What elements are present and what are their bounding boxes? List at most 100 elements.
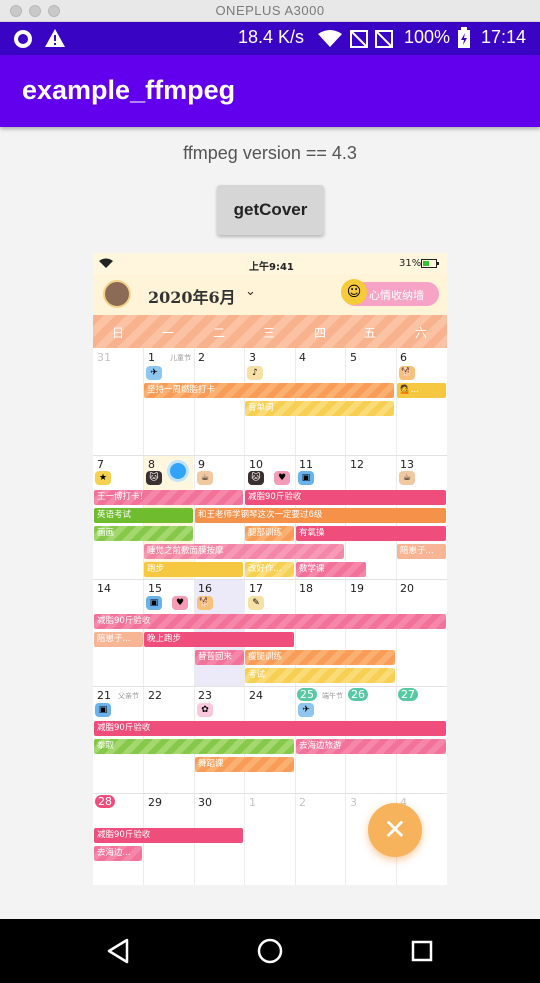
event-bar[interactable]: 和王老师学钢琴这次一定要过6级	[195, 508, 446, 523]
event-bar[interactable]: 替普回来	[195, 650, 244, 665]
day-cell[interactable]: 21	[97, 689, 111, 702]
event-bar[interactable]: 去海边...	[94, 846, 142, 861]
day-cell[interactable]: 15	[148, 582, 162, 595]
day-cell[interactable]: 12	[350, 458, 364, 471]
day-cell[interactable]: 1	[148, 351, 155, 364]
day-cell[interactable]: 6	[400, 351, 407, 364]
clock: 17:14	[481, 27, 527, 47]
cat-sticker-icon: 🐱	[248, 471, 264, 485]
user-avatar[interactable]	[103, 280, 131, 308]
day-cell[interactable]: 3	[350, 796, 357, 809]
battery-percent: 100%	[404, 27, 451, 47]
day-cell[interactable]: 14	[97, 582, 111, 595]
day-cell[interactable]: 18	[299, 582, 313, 595]
mood-wall-label: 心情收纳墙	[369, 289, 424, 302]
sticker-icon: 🐕	[399, 366, 415, 380]
event-bar[interactable]: 考试	[245, 668, 395, 683]
back-icon[interactable]	[106, 938, 130, 964]
event-bar[interactable]: 陪崽子...	[94, 632, 143, 647]
day-cell[interactable]: 13	[400, 458, 414, 471]
day-cell[interactable]: 17	[249, 582, 263, 595]
event-bar[interactable]: 王一博打卡！	[94, 490, 243, 505]
event-bar[interactable]: 减脂90斤验收	[94, 721, 446, 736]
event-bar[interactable]: 舞蹈课	[195, 757, 294, 772]
battery-charging-icon	[458, 27, 470, 48]
day-cell[interactable]: 19	[350, 582, 364, 595]
ffmpeg-version-text: ffmpeg version == 4.3	[183, 143, 357, 163]
event-bar[interactable]: 睡觉之前敷面膜按摩	[144, 544, 344, 559]
day-cell[interactable]: 28	[95, 795, 115, 808]
day-cell[interactable]: 30	[198, 796, 212, 809]
event-bar[interactable]: 英语考试	[94, 508, 193, 523]
event-bar[interactable]: 陪崽子...	[397, 544, 446, 559]
event-bar[interactable]: 去海边旅游	[296, 739, 446, 754]
day-cell[interactable]: 29	[148, 796, 162, 809]
month-title[interactable]: 2020年6月	[148, 284, 236, 308]
day-cell[interactable]: 11	[299, 458, 313, 471]
weekday-tue: 二	[212, 326, 225, 340]
event-bar[interactable]: 有氧操	[296, 526, 446, 541]
day-cell[interactable]: 3	[249, 351, 256, 364]
day-cell[interactable]: 27	[398, 688, 418, 701]
home-icon[interactable]	[257, 938, 283, 964]
recents-icon[interactable]	[411, 940, 433, 962]
event-bar[interactable]: 背单词	[245, 401, 394, 416]
event-bar[interactable]: 减脂90斤验收	[245, 490, 446, 505]
sticker-icon: ✈	[146, 366, 162, 380]
event-bar[interactable]: 画画	[94, 526, 193, 541]
weekday-sat: 六	[414, 326, 427, 340]
sticker-icon: ★	[95, 471, 111, 485]
android-status-bar: 18.4 K/s 100% 17:14	[0, 22, 540, 55]
event-bar[interactable]: 减脂90斤验收	[94, 614, 446, 629]
day-cell[interactable]: 20	[400, 582, 414, 595]
holiday-label: 儿童节	[170, 354, 191, 362]
event-bar[interactable]: 减脂90斤验收	[94, 828, 243, 843]
wifi-icon	[318, 30, 342, 47]
day-cell[interactable]: 9	[198, 458, 205, 471]
signal-off-icon-2	[375, 30, 393, 48]
event-bar[interactable]: 瘦腿训练	[245, 650, 395, 665]
window-titlebar: ONEPLUS A3000	[0, 0, 540, 22]
day-cell[interactable]: 2	[198, 351, 205, 364]
window-title: ONEPLUS A3000	[215, 3, 325, 18]
event-bar[interactable]: 跑步	[144, 562, 243, 577]
close-fab-button[interactable]: ✕	[368, 803, 422, 857]
day-cell[interactable]: 31	[97, 351, 111, 364]
day-cell[interactable]: 7	[97, 458, 104, 471]
day-cell[interactable]: 25	[297, 688, 317, 701]
event-bar[interactable]: 💁...	[397, 383, 446, 398]
event-bar[interactable]: 晚上跑步	[144, 632, 294, 647]
app-notification-icon	[14, 30, 32, 48]
mood-wall-button[interactable]: ☺ 心情收纳墙	[341, 279, 439, 306]
day-cell[interactable]: 4	[299, 351, 306, 364]
day-cell[interactable]: 2	[299, 796, 306, 809]
sticker-icon: ✎	[248, 596, 264, 610]
ios-battery: 31%	[399, 258, 422, 269]
event-bar[interactable]: 腿部训练	[245, 526, 294, 541]
touch-indicator-icon	[167, 460, 189, 482]
day-cell[interactable]: 22	[148, 689, 162, 702]
day-cell[interactable]: 8	[148, 458, 155, 471]
weekday-fri: 五	[363, 326, 376, 340]
sticker-icon: ▣	[298, 471, 314, 485]
day-cell[interactable]: 1	[249, 796, 256, 809]
event-bar[interactable]: 数学课	[296, 562, 366, 577]
cover-image: 上午9:41 31% 2020年6月 ⌄ ☺ 心情收纳墙 日 一 二 三 四 五…	[93, 253, 447, 885]
mood-emoji-icon: ☺	[341, 279, 367, 305]
get-cover-button[interactable]: getCover	[217, 185, 324, 235]
event-bar[interactable]: 坚持一周燃脂打卡	[144, 383, 394, 398]
weekday-thu: 四	[313, 326, 326, 340]
sticker-icon: ☕	[399, 471, 415, 485]
day-cell[interactable]: 24	[249, 689, 263, 702]
day-cell[interactable]: 16	[198, 582, 212, 595]
day-cell[interactable]: 10	[249, 458, 263, 471]
day-cell[interactable]: 5	[350, 351, 357, 364]
sticker-icon: ▣	[146, 596, 162, 610]
event-bar[interactable]: 拳取	[94, 739, 294, 754]
event-bar[interactable]: 改好作...	[245, 562, 294, 577]
day-cell[interactable]: 23	[198, 689, 212, 702]
holiday-label: 端午节	[322, 692, 343, 700]
chevron-down-icon[interactable]: ⌄	[245, 284, 256, 299]
sticker-icon: ✈	[298, 703, 314, 717]
day-cell[interactable]: 26	[348, 688, 368, 701]
